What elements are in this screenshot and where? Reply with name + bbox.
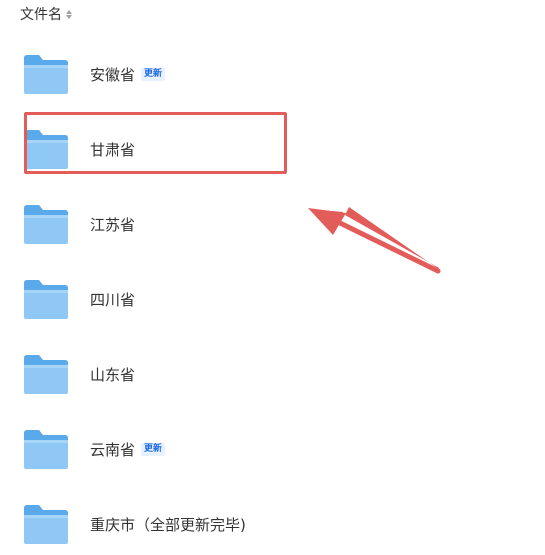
folder-row[interactable]: 四川省 (22, 275, 502, 323)
folder-row[interactable]: 山东省 (22, 350, 502, 398)
column-header-label: 文件名 (20, 7, 62, 23)
folder-name: 重庆市（全部更新完毕) (90, 515, 246, 534)
folder-row[interactable]: 云南省 更新 (22, 425, 502, 473)
sort-icon[interactable] (66, 9, 72, 19)
folder-name: 安徽省 (90, 65, 136, 84)
folder-row[interactable]: 重庆市（全部更新完毕) (22, 500, 502, 548)
folder-row[interactable]: 甘肃省 (22, 125, 502, 173)
folder-icon (24, 55, 68, 94)
folder-name: 江苏省 (90, 215, 136, 234)
folder-name: 四川省 (90, 290, 136, 309)
folder-icon (24, 430, 68, 469)
folder-row[interactable]: 江苏省 (22, 200, 502, 248)
folder-icon (24, 280, 68, 319)
folder-icon (24, 130, 68, 169)
update-badge: 更新 (141, 67, 166, 81)
folder-name: 甘肃省 (90, 140, 136, 159)
update-badge: 更新 (141, 442, 166, 456)
folder-icon (24, 205, 68, 244)
column-header-filename[interactable]: 文件名 (20, 4, 72, 24)
folder-name: 云南省 (90, 440, 136, 459)
folder-icon (24, 505, 68, 544)
folder-row[interactable]: 安徽省 更新 (22, 50, 502, 98)
folder-name: 山东省 (90, 365, 136, 384)
folder-icon (24, 355, 68, 394)
